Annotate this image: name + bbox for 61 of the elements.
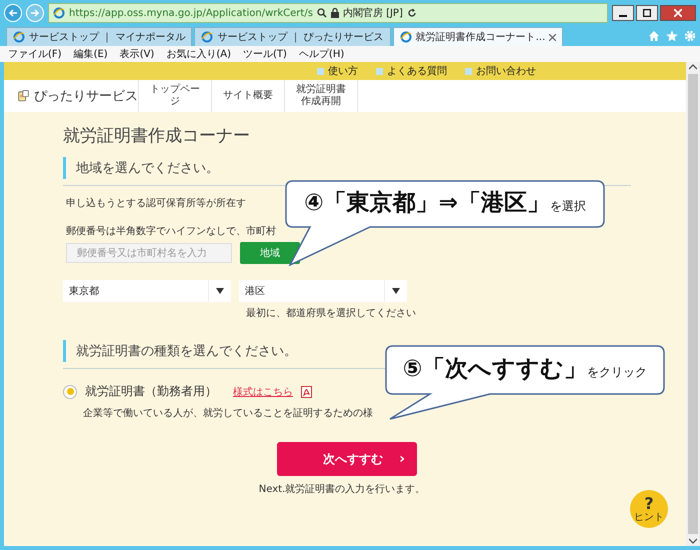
postal-code-field[interactable]: 郵便番号又は市町村名を入力 xyxy=(66,243,232,263)
menu-item[interactable]: 編集(E) xyxy=(74,47,108,61)
callout-text: ④「東京都」⇒「港区」を選択 xyxy=(304,190,586,218)
browser-logo-icon xyxy=(53,7,65,19)
close-button[interactable] xyxy=(660,5,696,21)
next-note: Next.就労証明書の入力を行います。 xyxy=(258,482,426,496)
next-button[interactable]: 次へすすむ › xyxy=(277,442,417,476)
menu-item[interactable]: 表示(V) xyxy=(120,47,154,61)
menu-item[interactable]: ファイル(F) xyxy=(8,47,62,61)
scroll-up-icon[interactable] xyxy=(689,64,697,70)
nav-link[interactable]: サイト概要 xyxy=(223,90,273,102)
close-icon[interactable] xyxy=(549,34,556,40)
hint-button[interactable]: ? ヒント xyxy=(630,490,668,528)
utility-link[interactable]: よくある質問 xyxy=(387,64,447,78)
nav-link[interactable]: 就労証明書作成再開 xyxy=(296,84,346,108)
utility-link[interactable]: お問い合わせ xyxy=(476,64,536,78)
site-logo[interactable]: ぴったりサービス xyxy=(34,87,138,105)
intro-text: 申し込もうとする認可保育所等が所在す xyxy=(66,198,246,209)
lock-icon xyxy=(330,8,339,18)
scroll-down-icon[interactable] xyxy=(689,538,697,544)
page-title: 就労証明書作成コーナー xyxy=(63,125,251,147)
menu-item[interactable]: ヘルプ(H) xyxy=(298,47,344,61)
form-link[interactable]: 様式はこちら xyxy=(233,384,293,398)
option-label[interactable]: 就労証明書（勤務者用） xyxy=(85,383,217,400)
maximize-button[interactable] xyxy=(636,5,658,21)
bullet-icon xyxy=(465,68,472,74)
minimize-button[interactable] xyxy=(612,5,634,21)
search-icon[interactable] xyxy=(316,8,327,18)
browser-tab[interactable]: サービストップ ｜ ぴったりサービス xyxy=(194,27,391,46)
utility-link[interactable]: 使い方 xyxy=(328,64,358,78)
radio-button[interactable] xyxy=(63,384,77,398)
back-button[interactable] xyxy=(4,4,22,22)
browser-logo-icon xyxy=(13,31,25,43)
maximize-icon xyxy=(643,9,651,17)
forward-icon xyxy=(30,8,40,18)
close-icon xyxy=(674,9,682,17)
scrollbar[interactable] xyxy=(686,62,700,546)
option-description: 企業等で働いている人が、就労していることを証明するための様 xyxy=(83,408,373,419)
prefecture-select[interactable]: 東京都 xyxy=(63,280,231,302)
browser-logo-icon xyxy=(400,31,412,43)
browser-tab[interactable]: 就労証明書作成コーナート... xyxy=(392,27,564,46)
menu-item[interactable]: お気に入り(A) xyxy=(166,47,231,61)
address-url: https://app.oss.myna.go.jp/Application/wrkCert/s xyxy=(69,8,313,18)
select-hint: 最初に、都道府県を選択してください xyxy=(246,308,416,319)
refresh-icon[interactable] xyxy=(406,8,417,18)
browser-tab[interactable]: サービストップ ｜ マイナポータル xyxy=(6,27,192,46)
menu-item[interactable]: ツール(T) xyxy=(243,47,287,61)
caret-icon xyxy=(216,288,224,294)
star-icon[interactable] xyxy=(666,30,678,42)
pdf-icon xyxy=(301,386,312,398)
address-bar[interactable]: https://app.oss.myna.go.jp/Application/wrkCert/s 内閣官房 [JP] xyxy=(48,3,608,23)
back-icon xyxy=(8,8,18,18)
site-identity: 内閣官房 [JP] xyxy=(342,6,403,20)
bullet-icon xyxy=(317,68,324,74)
city-select[interactable]: 港区 xyxy=(239,280,407,302)
search-area-button[interactable]: 地域 xyxy=(240,242,300,264)
nav-link[interactable]: トップページ xyxy=(150,84,200,108)
field-hint: 郵便番号は半角数字でハイフンなしで、市町村 xyxy=(66,226,276,237)
caret-icon xyxy=(392,288,400,294)
browser-logo-icon xyxy=(201,31,214,43)
bullet-icon xyxy=(376,68,383,74)
